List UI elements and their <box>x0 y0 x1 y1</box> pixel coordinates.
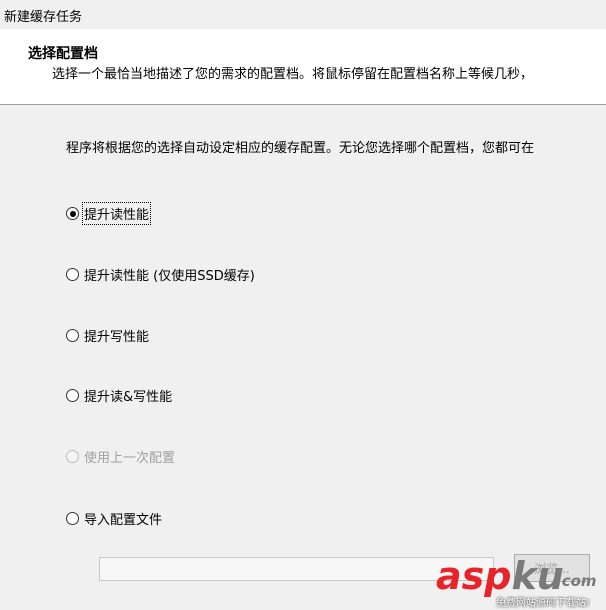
radio-option-use-last-config: 使用上一次配置 <box>66 447 175 466</box>
window-title: 新建缓存任务 <box>4 10 83 25</box>
radio-option-improve-read-write[interactable]: 提升读&写性能 <box>66 386 172 405</box>
radio-unselected-icon[interactable] <box>66 268 79 281</box>
radio-unselected-icon[interactable] <box>66 329 79 342</box>
radio-unselected-icon[interactable] <box>66 512 79 525</box>
intro-text: 程序将根据您的选择自动设定相应的缓存配置。无论您选择哪个配置档，您都可在 <box>66 141 535 156</box>
radio-option-import-config-file[interactable]: 导入配置文件 <box>66 509 162 528</box>
radio-option-improve-read[interactable]: 提升读性能 <box>66 202 152 225</box>
watermark-suffix: .com <box>556 572 597 590</box>
page-title: 选择配置档 <box>28 46 98 62</box>
radio-disabled-icon <box>66 450 79 463</box>
radio-label[interactable]: 提升读性能 <box>81 202 152 225</box>
radio-label[interactable]: 提升读&写性能 <box>84 386 172 405</box>
radio-selected-icon[interactable] <box>66 207 79 220</box>
radio-option-improve-write[interactable]: 提升写性能 <box>66 326 149 345</box>
page-description: 选择一个最恰当地描述了您的需求的配置档。将鼠标停留在配置档名称上等候几秒， <box>52 67 534 82</box>
radio-label[interactable]: 提升读性能 (仅使用SSD缓存) <box>84 265 255 284</box>
config-file-path-input[interactable] <box>99 557 494 581</box>
watermark-logo: aspku .com 免费网站源码下载站! <box>436 556 606 610</box>
radio-label: 使用上一次配置 <box>84 451 176 466</box>
watermark-tagline: 免费网站源码下载站! <box>496 598 591 609</box>
wizard-header: 选择配置档 选择一个最恰当地描述了您的需求的配置档。将鼠标停留在配置档名称上等候… <box>0 29 606 105</box>
radio-option-improve-read-ssd-only[interactable]: 提升读性能 (仅使用SSD缓存) <box>66 265 255 284</box>
watermark-logo-text: aspku <box>436 554 564 598</box>
radio-label[interactable]: 提升写性能 <box>84 326 149 345</box>
radio-unselected-icon[interactable] <box>66 389 79 402</box>
radio-label[interactable]: 导入配置文件 <box>84 509 162 528</box>
